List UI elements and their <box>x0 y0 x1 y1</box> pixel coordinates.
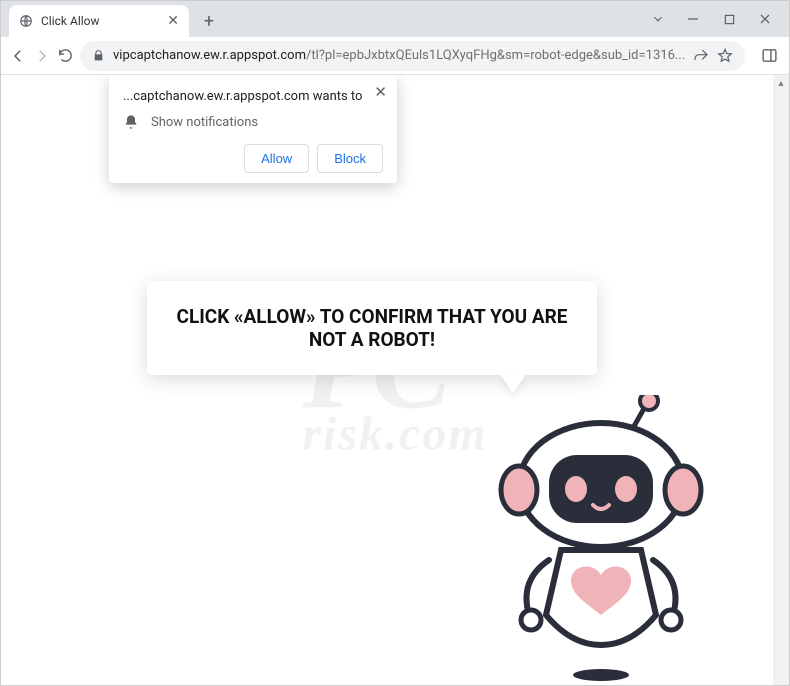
robot-illustration <box>471 395 731 685</box>
scroll-up-icon[interactable]: ▲ <box>773 75 789 91</box>
globe-icon <box>19 14 33 28</box>
notification-site-text: ...captchanow.ew.r.appspot.com wants to <box>123 89 383 104</box>
url-text: vipcaptchanow.ew.r.appspot.com/tl?pl=epb… <box>113 48 685 63</box>
bookmark-icon[interactable] <box>717 48 733 64</box>
bell-icon <box>123 114 139 130</box>
titlebar: Click Allow ✕ + <box>1 1 789 37</box>
toolbar-right <box>751 42 790 70</box>
url-domain: vipcaptchanow.ew.r.appspot.com <box>113 48 306 63</box>
tabs-area: Click Allow ✕ + <box>9 5 641 37</box>
notification-permission-popup: ✕ ...captchanow.ew.r.appspot.com wants t… <box>109 75 397 183</box>
back-button[interactable] <box>9 42 27 70</box>
block-button[interactable]: Block <box>317 144 383 173</box>
notification-permission-label: Show notifications <box>151 115 258 130</box>
forward-button[interactable] <box>33 42 51 70</box>
toolbar: vipcaptchanow.ew.r.appspot.com/tl?pl=epb… <box>1 37 789 75</box>
maximize-button[interactable] <box>711 5 747 33</box>
tab-close-icon[interactable]: ✕ <box>167 13 179 29</box>
active-tab[interactable]: Click Allow ✕ <box>9 5 189 37</box>
page-content: ▲ PC risk.com ✕ ...captchanow.ew.r.appsp… <box>1 75 789 685</box>
scrollbar[interactable]: ▲ <box>773 75 789 685</box>
speech-bubble: CLICK «ALLOW» TO CONFIRM THAT YOU ARE NO… <box>147 281 597 375</box>
reload-button[interactable] <box>57 42 74 70</box>
lock-icon <box>92 49 105 62</box>
tab-title: Click Allow <box>41 14 100 28</box>
notification-close-icon[interactable]: ✕ <box>374 83 387 101</box>
window-controls <box>641 1 783 37</box>
share-icon[interactable] <box>693 48 709 64</box>
side-panel-icon[interactable] <box>755 42 783 70</box>
url-path: /tl?pl=epbJxbtxQEuls1LQXyqFHg&sm=robot-e… <box>306 48 685 63</box>
browser-window: Click Allow ✕ + <box>0 0 790 686</box>
address-bar[interactable]: vipcaptchanow.ew.r.appspot.com/tl?pl=epb… <box>80 41 745 71</box>
allow-button[interactable]: Allow <box>244 144 309 173</box>
headline-text: CLICK «ALLOW» TO CONFIRM THAT YOU ARE NO… <box>177 305 568 351</box>
watermark-sub: risk.com <box>302 407 487 462</box>
tab-search-icon[interactable] <box>641 5 675 33</box>
close-button[interactable] <box>747 5 783 33</box>
new-tab-button[interactable]: + <box>195 7 223 35</box>
minimize-button[interactable] <box>675 5 711 33</box>
